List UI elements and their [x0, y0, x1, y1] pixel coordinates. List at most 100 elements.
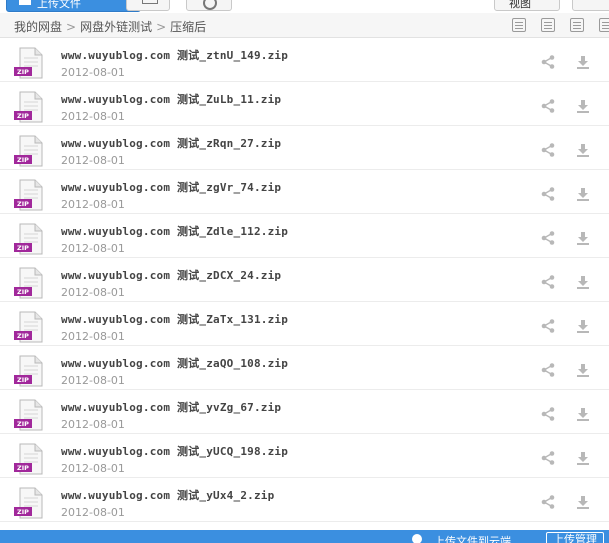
zip-file-icon: ZIP: [14, 179, 43, 211]
file-date: 2012-08-01: [61, 110, 125, 123]
zip-file-icon: ZIP: [14, 47, 43, 79]
top-toolbar: 上传文件 视图: [0, 0, 609, 12]
file-row[interactable]: ZIP www.wuyublog.com 测试_ZaTx_131.zip 201…: [0, 302, 609, 346]
file-name[interactable]: www.wuyublog.com 测试_ZaTx_131.zip: [61, 311, 288, 327]
upload-status-icon: [412, 534, 422, 543]
share-icon[interactable]: [540, 98, 556, 114]
file-row[interactable]: ZIP www.wuyublog.com 测试_yUCQ_198.zip 201…: [0, 434, 609, 478]
view-mode-label: 视图: [509, 0, 531, 10]
zip-file-icon: ZIP: [14, 399, 43, 431]
download-icon[interactable]: [575, 142, 591, 158]
download-icon[interactable]: [575, 54, 591, 70]
download-icon[interactable]: [575, 186, 591, 202]
share-icon[interactable]: [540, 318, 556, 334]
detail-view-icon[interactable]: [569, 18, 584, 32]
zip-file-icon: ZIP: [14, 267, 43, 299]
view-mode-button[interactable]: 视图: [494, 0, 560, 11]
refresh-icon: [203, 0, 217, 10]
file-row[interactable]: ZIP www.wuyublog.com 测试_zaQO_108.zip 201…: [0, 346, 609, 390]
download-icon[interactable]: [575, 318, 591, 334]
zip-file-icon: ZIP: [14, 443, 43, 475]
download-icon[interactable]: [575, 98, 591, 114]
refresh-button[interactable]: [186, 0, 232, 11]
breadcrumb: 我的网盘 > 网盘外链测试 > 压缩后: [14, 18, 206, 35]
share-icon[interactable]: [540, 362, 556, 378]
file-date: 2012-08-01: [61, 330, 125, 343]
thumbnail-view-icon[interactable]: [540, 18, 555, 32]
file-list: ZIP www.wuyublog.com 测试_ztnU_149.zip 201…: [0, 38, 609, 522]
breadcrumb-root[interactable]: 我的网盘: [14, 20, 62, 34]
view-switcher: [502, 17, 609, 36]
file-row[interactable]: ZIP www.wuyublog.com 测试_yUx4_2.zip 2012-…: [0, 478, 609, 522]
upload-button-label: 上传文件: [37, 0, 81, 10]
file-row[interactable]: ZIP www.wuyublog.com 测试_yvZg_67.zip 2012…: [0, 390, 609, 434]
zip-file-icon: ZIP: [14, 91, 43, 123]
zip-file-icon: ZIP: [14, 487, 43, 519]
list-view-icon[interactable]: [511, 18, 526, 32]
file-date: 2012-08-01: [61, 506, 125, 519]
zip-file-icon: ZIP: [14, 135, 43, 167]
breadcrumb-bar: 我的网盘 > 网盘外链测试 > 压缩后: [0, 13, 609, 38]
download-icon[interactable]: [575, 450, 591, 466]
share-icon[interactable]: [540, 142, 556, 158]
file-name[interactable]: www.wuyublog.com 测试_ztnU_149.zip: [61, 47, 288, 63]
svg-text:ZIP: ZIP: [17, 112, 29, 120]
download-icon[interactable]: [575, 274, 591, 290]
download-icon[interactable]: [575, 230, 591, 246]
file-name[interactable]: www.wuyublog.com 测试_zDCX_24.zip: [61, 267, 281, 283]
more-button[interactable]: [572, 0, 609, 11]
svg-text:ZIP: ZIP: [17, 464, 29, 472]
file-name[interactable]: www.wuyublog.com 测试_ZuLb_11.zip: [61, 91, 281, 107]
file-row[interactable]: ZIP www.wuyublog.com 测试_zDCX_24.zip 2012…: [0, 258, 609, 302]
zip-file-icon: ZIP: [14, 311, 43, 343]
svg-text:ZIP: ZIP: [17, 288, 29, 296]
upload-status-text: 上传文件到云端: [434, 535, 511, 543]
share-icon[interactable]: [540, 494, 556, 510]
file-row[interactable]: ZIP www.wuyublog.com 测试_zgVr_74.zip 2012…: [0, 170, 609, 214]
file-date: 2012-08-01: [61, 66, 125, 79]
svg-text:ZIP: ZIP: [17, 332, 29, 340]
share-icon[interactable]: [540, 406, 556, 422]
upload-manage-button[interactable]: 上传管理: [546, 532, 604, 543]
file-name[interactable]: www.wuyublog.com 测试_Zdle_112.zip: [61, 223, 288, 239]
upload-button[interactable]: 上传文件: [6, 0, 141, 12]
new-folder-button[interactable]: [126, 0, 170, 11]
share-icon[interactable]: [540, 450, 556, 466]
file-date: 2012-08-01: [61, 286, 125, 299]
zip-file-icon: ZIP: [14, 355, 43, 387]
file-date: 2012-08-01: [61, 418, 125, 431]
file-row[interactable]: ZIP www.wuyublog.com 测试_ZuLb_11.zip 2012…: [0, 82, 609, 126]
share-icon[interactable]: [540, 186, 556, 202]
file-date: 2012-08-01: [61, 154, 125, 167]
breadcrumb-current: 压缩后: [170, 20, 207, 34]
breadcrumb-separator-icon: >: [156, 20, 167, 34]
download-icon[interactable]: [575, 406, 591, 422]
file-date: 2012-08-01: [61, 198, 125, 211]
file-row[interactable]: ZIP www.wuyublog.com 测试_zRqn_27.zip 2012…: [0, 126, 609, 170]
svg-text:ZIP: ZIP: [17, 68, 29, 76]
share-icon[interactable]: [540, 274, 556, 290]
breadcrumb-separator-icon: >: [66, 20, 77, 34]
share-icon[interactable]: [540, 230, 556, 246]
svg-text:ZIP: ZIP: [17, 420, 29, 428]
file-name[interactable]: www.wuyublog.com 测试_zgVr_74.zip: [61, 179, 281, 195]
svg-text:ZIP: ZIP: [17, 200, 29, 208]
breadcrumb-folder[interactable]: 网盘外链测试: [80, 20, 152, 34]
upload-icon: [19, 0, 31, 5]
file-date: 2012-08-01: [61, 242, 125, 255]
svg-text:ZIP: ZIP: [17, 244, 29, 252]
file-name[interactable]: www.wuyublog.com 测试_yUx4_2.zip: [61, 487, 274, 503]
download-icon[interactable]: [575, 494, 591, 510]
file-name[interactable]: www.wuyublog.com 测试_yvZg_67.zip: [61, 399, 281, 415]
file-name[interactable]: www.wuyublog.com 测试_zRqn_27.zip: [61, 135, 281, 151]
download-icon[interactable]: [575, 362, 591, 378]
download-view-icon[interactable]: [599, 18, 609, 32]
file-name[interactable]: www.wuyublog.com 测试_yUCQ_198.zip: [61, 443, 288, 459]
file-name[interactable]: www.wuyublog.com 测试_zaQO_108.zip: [61, 355, 288, 371]
file-row[interactable]: ZIP www.wuyublog.com 测试_ztnU_149.zip 201…: [0, 38, 609, 82]
upload-status-bar: 上传文件到云端 上传管理: [0, 530, 609, 543]
share-icon[interactable]: [540, 54, 556, 70]
svg-text:ZIP: ZIP: [17, 376, 29, 384]
file-row[interactable]: ZIP www.wuyublog.com 测试_Zdle_112.zip 201…: [0, 214, 609, 258]
file-date: 2012-08-01: [61, 462, 125, 475]
